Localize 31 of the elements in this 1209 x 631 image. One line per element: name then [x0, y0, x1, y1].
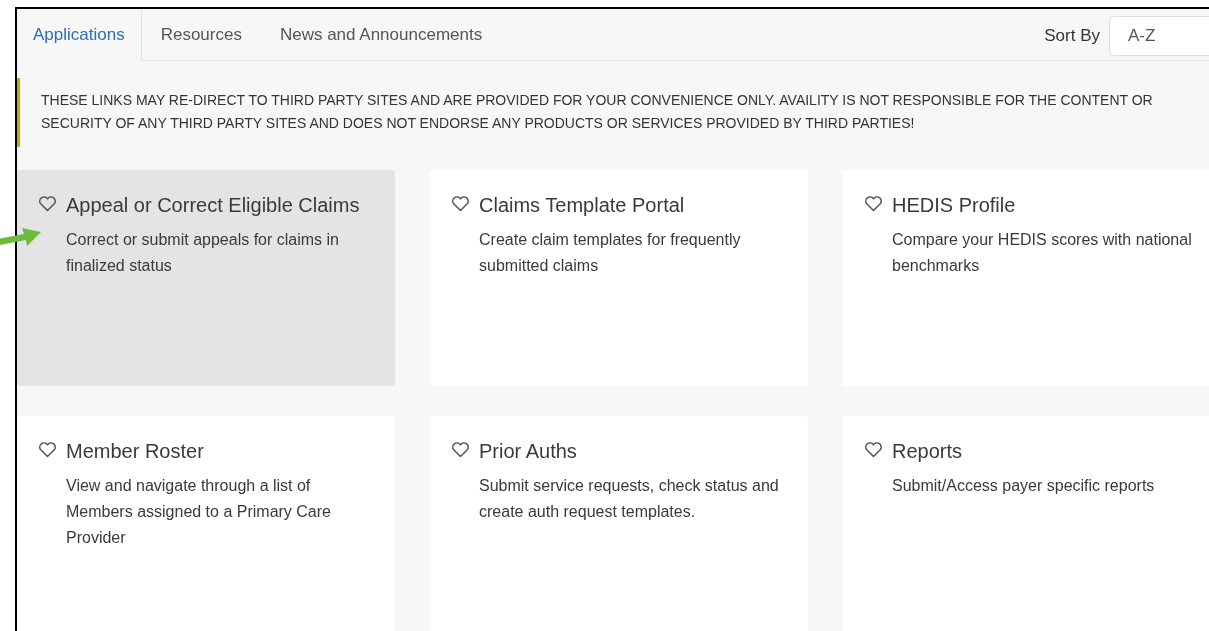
card-description: Submit service requests, check status and create auth request templates. — [479, 476, 780, 522]
app-card[interactable]: Member Roster View and navigate through a list of Members assigned to a Primary Care Provider — [17, 416, 395, 631]
tab[interactable]: News and Announcements — [260, 9, 502, 60]
sort-label: Sort By — [1044, 25, 1100, 46]
card-title: Member Roster — [66, 439, 205, 464]
arrow-icon — [0, 226, 42, 248]
heart-icon[interactable] — [864, 196, 883, 212]
disclaimer-notice: THESE LINKS MAY RE-DIRECT TO THIRD PARTY SITES AND ARE PROVIDED FOR YOUR CONVENIENCE ONLY. AVAILITY IS NOT RESPONSIBLE FOR THE CONTENT OR SECURITY OF ANY THIRD PARTY SITES AND DOES NOT ENDORSE ANY PRODUCTS OR SERVICES PROVIDED BY THIRD PARTIES! — [17, 78, 1209, 147]
tab[interactable]: Applications — [17, 9, 142, 61]
card-title: Appeal or Correct Eligible Claims — [66, 193, 361, 218]
card-title: Prior Auths — [479, 439, 578, 464]
card-description: Create claim templates for frequently submitted claims — [479, 230, 742, 276]
sort-select[interactable]: A-Z — [1109, 15, 1209, 56]
app-card[interactable]: HEDIS Profile Compare your HEDIS scores with national benchmarks — [843, 170, 1209, 386]
card-title: Reports — [892, 439, 964, 464]
card-description: Submit/Access payer specific reports — [892, 476, 1155, 496]
app-card[interactable]: Reports Submit/Access payer specific reports — [843, 416, 1209, 631]
card-description: Compare your HEDIS scores with national benchmarks — [892, 230, 1193, 276]
heart-icon[interactable] — [451, 196, 470, 212]
heart-icon[interactable] — [38, 196, 57, 212]
heart-icon[interactable] — [38, 442, 57, 458]
card-description: Correct or submit appeals for claims in finalized status — [66, 230, 340, 276]
heart-icon[interactable] — [451, 442, 470, 458]
app-card[interactable]: Claims Template Portal Create claim templates for frequently submitted claims — [430, 170, 808, 386]
app-card[interactable]: Prior Auths Submit service requests, check status and create auth request templates. — [430, 416, 808, 631]
tab[interactable]: Resources — [141, 9, 261, 60]
heart-icon[interactable] — [864, 442, 883, 458]
card-title: Claims Template Portal — [479, 193, 686, 218]
card-description: View and navigate through a list of Members assigned to a Primary Care Provider — [66, 476, 332, 548]
app-card[interactable]: Appeal or Correct Eligible Claims Correct or submit appeals for claims in finalized status — [17, 170, 395, 386]
card-title: HEDIS Profile — [892, 193, 1017, 218]
